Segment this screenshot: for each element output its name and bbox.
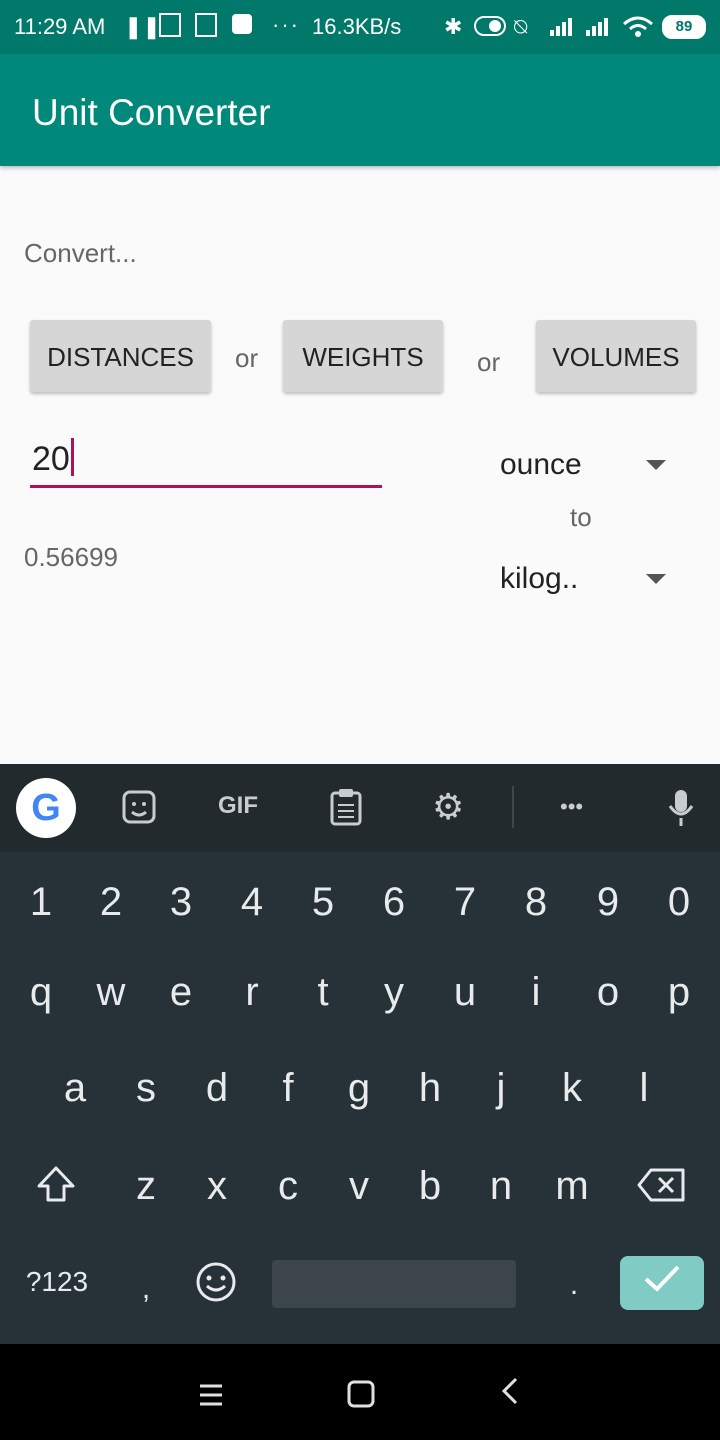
- notification-icon: [230, 12, 254, 44]
- key-7[interactable]: 7: [435, 880, 495, 925]
- more-options-icon[interactable]: •••: [560, 794, 583, 820]
- key-l[interactable]: l: [614, 1066, 674, 1111]
- battery-indicator: 89: [662, 15, 706, 39]
- key-v[interactable]: v: [329, 1164, 389, 1209]
- volumes-button[interactable]: VOLUMES: [536, 320, 696, 392]
- key-f[interactable]: f: [258, 1066, 318, 1111]
- key-2[interactable]: 2: [81, 880, 141, 925]
- key-k[interactable]: k: [542, 1066, 602, 1111]
- key-8[interactable]: 8: [506, 880, 566, 925]
- app-title: Unit Converter: [32, 92, 271, 133]
- sim-icon: [158, 12, 182, 44]
- input-underline: [30, 485, 382, 488]
- or-label: or: [235, 343, 259, 373]
- key-z[interactable]: z: [116, 1164, 176, 1209]
- sticker-icon[interactable]: [122, 790, 156, 832]
- key-4[interactable]: 4: [222, 880, 282, 925]
- key-i[interactable]: i: [506, 970, 566, 1015]
- key-x[interactable]: x: [187, 1164, 247, 1209]
- status-time: 11:29 AM: [14, 14, 106, 39]
- key-m[interactable]: m: [542, 1164, 602, 1209]
- signal-icon: [548, 16, 578, 44]
- enter-key[interactable]: [620, 1256, 704, 1310]
- amount-input[interactable]: 20: [30, 430, 382, 488]
- clipboard-icon[interactable]: [330, 788, 362, 834]
- key-e[interactable]: e: [151, 970, 211, 1015]
- pause-icon: ❚❚: [124, 14, 161, 39]
- network-speed: 16.3KB/s: [312, 14, 402, 39]
- dropdown-arrow-icon: [646, 460, 666, 470]
- key-9[interactable]: 9: [578, 880, 638, 925]
- key-o[interactable]: o: [578, 970, 638, 1015]
- app-bar: Unit Converter: [0, 54, 720, 166]
- key-n[interactable]: n: [471, 1164, 531, 1209]
- key-5[interactable]: 5: [293, 880, 353, 925]
- to-label: to: [570, 502, 592, 532]
- toolbar-divider: [512, 786, 514, 828]
- distances-button[interactable]: DISTANCES: [30, 320, 211, 392]
- gif-button[interactable]: GIF: [218, 792, 258, 820]
- gear-icon[interactable]: ⚙: [432, 786, 464, 828]
- to-unit-value: kilog..: [500, 562, 579, 595]
- key-s[interactable]: s: [116, 1066, 176, 1111]
- status-bar: 11:29 AM ❚❚ ··· 16.3KB/s ✱ ⍉ 89: [0, 0, 720, 54]
- key-j[interactable]: j: [471, 1066, 531, 1111]
- key-0[interactable]: 0: [649, 880, 709, 925]
- key-q[interactable]: q: [11, 970, 71, 1015]
- status-more-dots: ···: [272, 12, 300, 37]
- symbols-key[interactable]: ?123: [16, 1266, 98, 1298]
- convert-prompt: Convert...: [24, 238, 137, 268]
- key-y[interactable]: y: [364, 970, 424, 1015]
- backspace-icon[interactable]: [632, 1166, 692, 1214]
- key-c[interactable]: c: [258, 1164, 318, 1209]
- sim-icon: [194, 12, 218, 44]
- emoji-icon[interactable]: [186, 1260, 246, 1314]
- key-a[interactable]: a: [45, 1066, 105, 1111]
- key-period[interactable]: .: [544, 1268, 604, 1302]
- key-b[interactable]: b: [400, 1164, 460, 1209]
- conversion-result: 0.56699: [24, 542, 118, 572]
- toggle-icon: [474, 16, 506, 42]
- checkmark-icon: [644, 1265, 680, 1292]
- google-icon[interactable]: G: [16, 778, 76, 838]
- key-comma[interactable]: ,: [116, 1272, 176, 1306]
- wifi-icon: [622, 16, 654, 44]
- back-icon[interactable]: [500, 1376, 520, 1415]
- key-g[interactable]: g: [329, 1066, 389, 1111]
- signal-icon: [584, 16, 614, 44]
- key-r[interactable]: r: [222, 970, 282, 1015]
- key-w[interactable]: w: [81, 970, 141, 1015]
- home-icon[interactable]: [347, 1378, 375, 1417]
- mic-icon[interactable]: [666, 788, 696, 836]
- key-p[interactable]: p: [649, 970, 709, 1015]
- menu-icon[interactable]: [198, 1378, 224, 1417]
- or-label: or: [477, 347, 501, 377]
- keyboard-toolbar: G GIF ⚙ •••: [0, 764, 720, 852]
- spacebar[interactable]: [272, 1260, 516, 1308]
- key-u[interactable]: u: [435, 970, 495, 1015]
- text-cursor: [70, 438, 74, 476]
- key-6[interactable]: 6: [364, 880, 424, 925]
- key-1[interactable]: 1: [11, 880, 71, 925]
- key-d[interactable]: d: [187, 1066, 247, 1111]
- key-3[interactable]: 3: [151, 880, 211, 925]
- to-unit-dropdown[interactable]: kilog..: [500, 556, 680, 606]
- amount-input-text[interactable]: 20: [32, 438, 74, 479]
- from-unit-value: ounce: [500, 448, 582, 481]
- bluetooth-icon: ✱: [444, 14, 463, 39]
- key-h[interactable]: h: [400, 1066, 460, 1111]
- dropdown-arrow-icon: [646, 574, 666, 584]
- shift-icon[interactable]: [26, 1164, 86, 1214]
- soft-keyboard: G GIF ⚙ ••• 1 2 3 4 5 6 7 8 9 0 q w e r …: [0, 764, 720, 1344]
- key-t[interactable]: t: [293, 970, 353, 1015]
- from-unit-dropdown[interactable]: ounce: [500, 442, 680, 492]
- navigation-bar: [0, 1344, 720, 1440]
- weights-button[interactable]: WEIGHTS: [283, 320, 443, 392]
- alarm-off-icon: ⍉: [514, 14, 528, 39]
